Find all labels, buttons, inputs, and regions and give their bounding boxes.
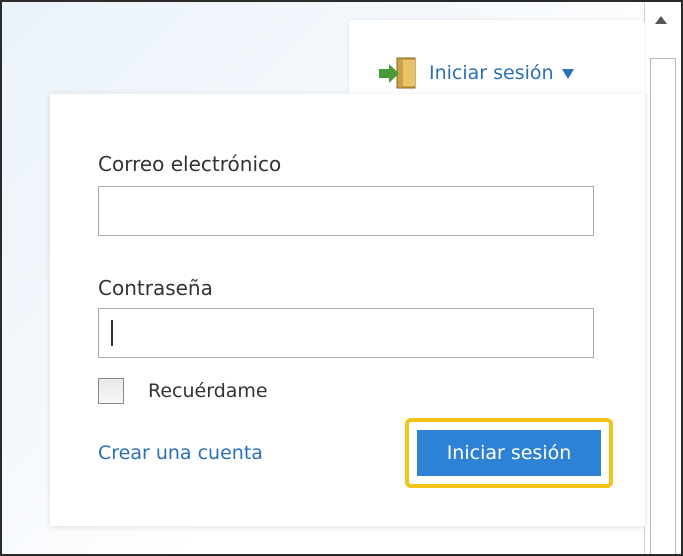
scrollbar-thumb[interactable] bbox=[650, 58, 676, 554]
scroll-up-arrow-icon[interactable] bbox=[655, 16, 667, 24]
email-field[interactable] bbox=[98, 186, 594, 236]
text-cursor bbox=[111, 320, 113, 346]
signin-panel: Correo electrónico Contraseña Recuérdame… bbox=[50, 94, 645, 526]
signin-tab-label[interactable]: Iniciar sesión bbox=[429, 62, 574, 84]
submit-highlight: Iniciar sesión bbox=[405, 418, 613, 488]
signin-submit-button[interactable]: Iniciar sesión bbox=[417, 430, 601, 476]
remember-me-label[interactable]: Recuérdame bbox=[148, 380, 268, 402]
signin-dropdown-tab[interactable]: Iniciar sesión bbox=[349, 20, 645, 100]
create-account-link[interactable]: Crear una cuenta bbox=[98, 442, 263, 464]
door-enter-icon bbox=[379, 57, 416, 89]
password-field[interactable] bbox=[98, 308, 594, 358]
vertical-scrollbar[interactable] bbox=[644, 2, 681, 554]
browser-viewport: Iniciar sesión Correo electrónico Contra… bbox=[0, 0, 683, 556]
email-label: Correo electrónico bbox=[98, 152, 282, 176]
remember-me-checkbox[interactable] bbox=[98, 378, 124, 404]
chevron-down-icon bbox=[561, 68, 574, 79]
password-label: Contraseña bbox=[98, 276, 213, 300]
